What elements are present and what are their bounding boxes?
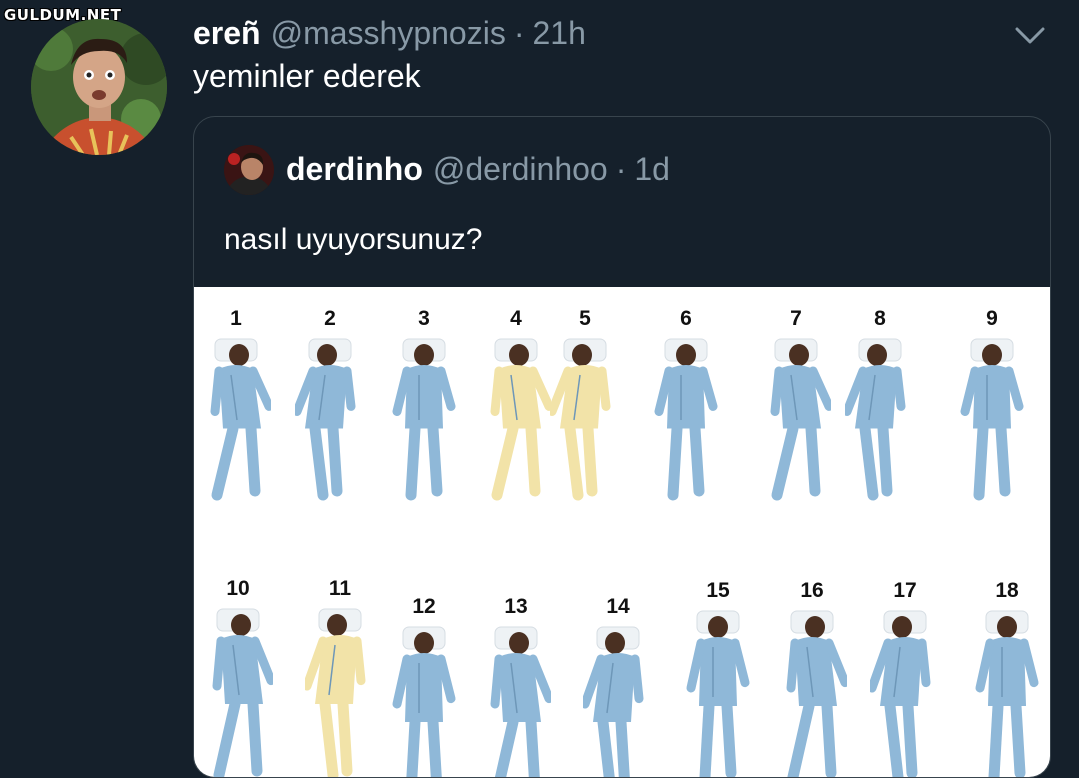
position-number: 16 [800, 579, 824, 602]
sleeping-figure [975, 610, 1039, 777]
avatar[interactable] [31, 19, 167, 155]
position-number: 15 [706, 579, 730, 602]
sleeping-figure [786, 610, 847, 777]
quoted-avatar[interactable] [224, 145, 274, 195]
sleeping-figure [212, 608, 273, 777]
quoted-display-name[interactable]: derdinho [286, 151, 423, 188]
sleeping-figure [305, 608, 366, 777]
position-number: 17 [893, 579, 917, 602]
sleeping-figure [392, 338, 456, 501]
quoted-user-handle[interactable]: @derdinhoo [433, 151, 608, 188]
chevron-down-icon[interactable] [1012, 20, 1048, 50]
quoted-separator-dot: · [615, 150, 627, 187]
position-number: 9 [986, 307, 998, 330]
sleeping-figure [490, 338, 551, 501]
sleeping-figure [770, 338, 831, 501]
sleeping-figure [295, 338, 356, 501]
tweet-header: ereñ @masshypnozis · 21h [193, 10, 586, 56]
sleeping-figure [870, 610, 931, 777]
quoted-header: derdinho @derdinhoo · 1d [286, 147, 670, 191]
position-number: 10 [226, 577, 250, 600]
timestamp[interactable]: 21h [532, 15, 585, 52]
position-number: 2 [324, 307, 336, 330]
position-number: 13 [504, 595, 528, 618]
position-number: 3 [418, 307, 430, 330]
separator-dot: · [513, 14, 525, 51]
quoted-text: nasıl uyuyorsunuz? [224, 223, 483, 256]
sleeping-figure [392, 626, 456, 777]
sleeping-figure [845, 338, 906, 501]
quoted-tweet[interactable]: derdinho @derdinhoo · 1d nasıl uyuyorsun… [193, 116, 1051, 778]
user-handle[interactable]: @masshypnozis [271, 15, 506, 52]
position-number: 11 [328, 577, 352, 600]
sleeping-figure [550, 338, 611, 501]
sleeping-figure [210, 338, 271, 501]
position-number: 18 [995, 579, 1019, 602]
position-number: 14 [606, 595, 630, 618]
sleeping-figure [960, 338, 1024, 501]
position-number: 5 [579, 307, 591, 330]
position-number: 12 [412, 595, 436, 618]
position-number: 1 [230, 307, 242, 330]
sleeping-figure [654, 338, 718, 501]
position-number: 4 [510, 307, 522, 330]
sleeping-figure [490, 626, 551, 777]
sleep-positions-image[interactable]: 1 2 3 4 5 6 7 8 9 10 11 12 13 14 15 16 17 18 [194, 287, 1050, 777]
position-number: 6 [680, 307, 692, 330]
quoted-timestamp[interactable]: 1d [634, 151, 670, 188]
sleeping-figure [686, 610, 750, 777]
tweet-text: yeminler ederek [193, 58, 421, 94]
position-number: 8 [874, 307, 886, 330]
display-name[interactable]: ereñ [193, 15, 261, 52]
position-number: 7 [790, 307, 802, 330]
sleeping-figure [583, 626, 644, 777]
